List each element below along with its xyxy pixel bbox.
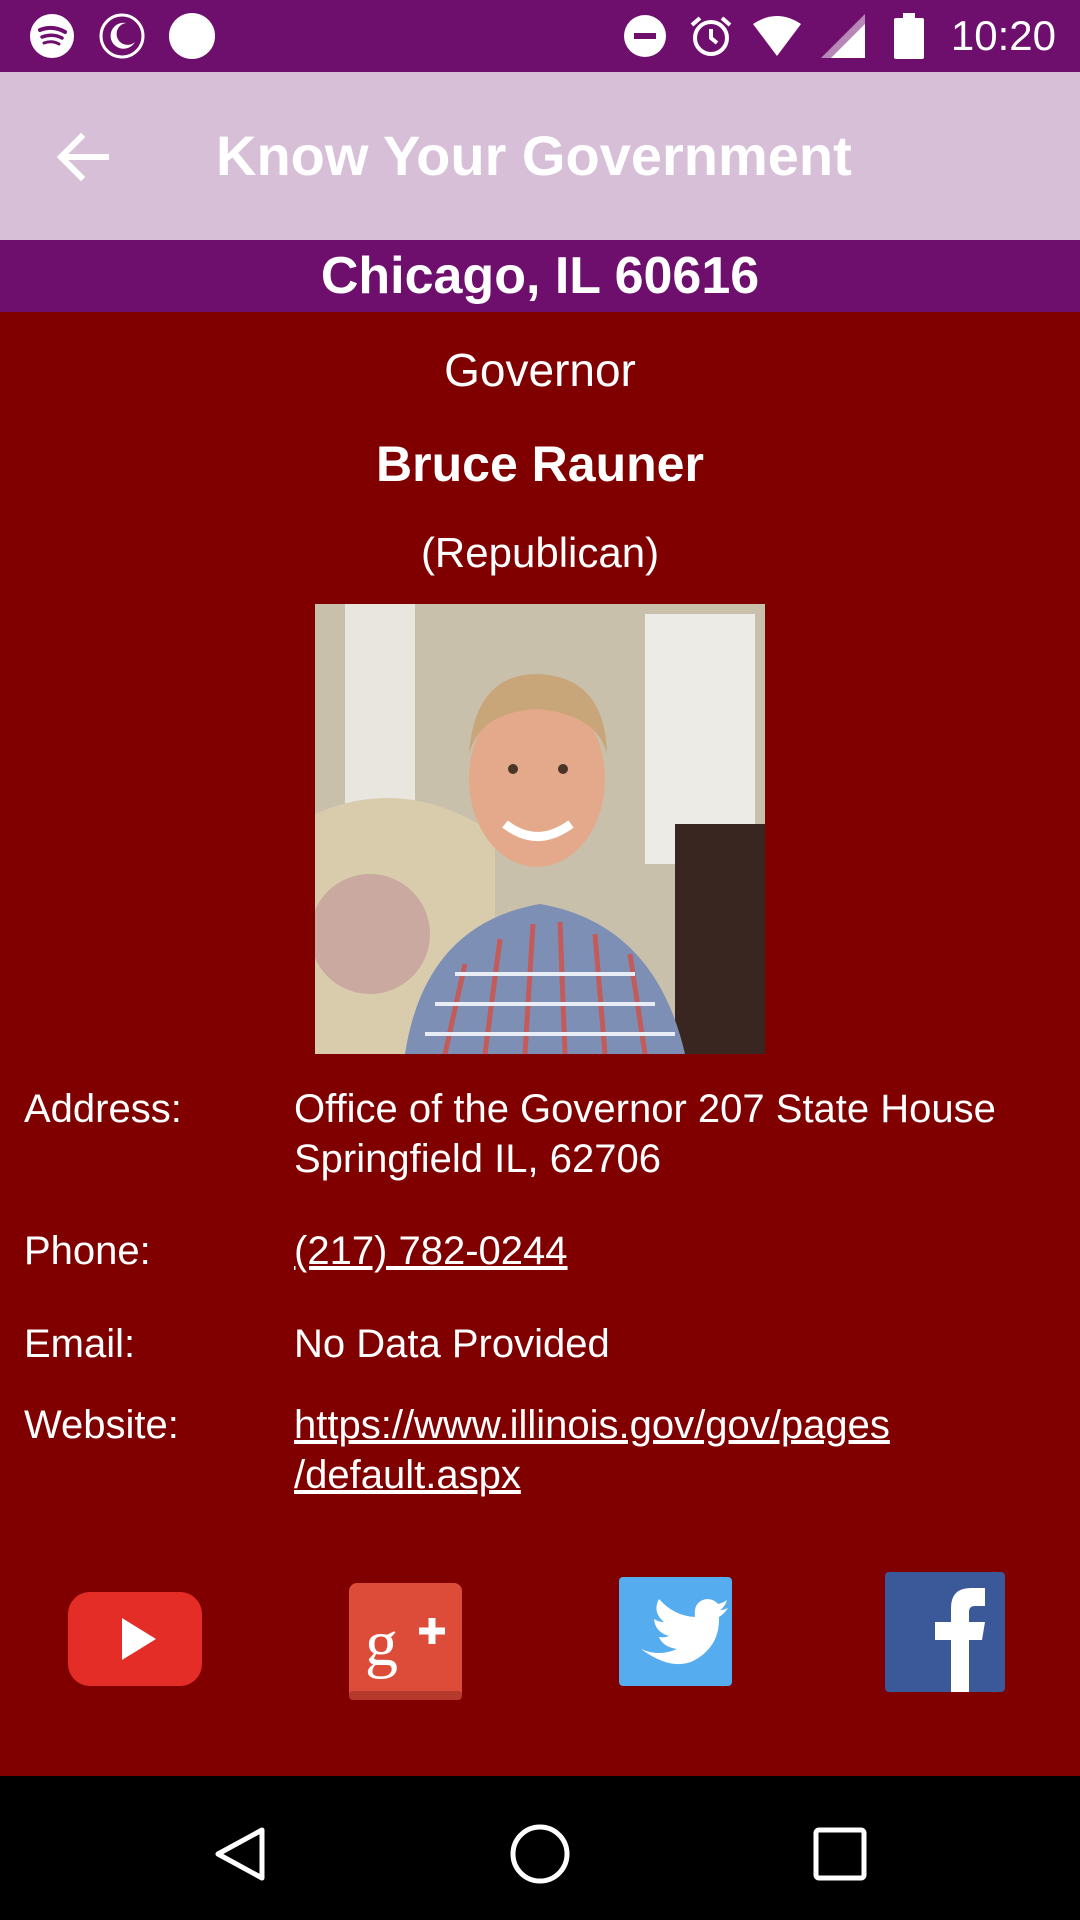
address-line-2: Springfield IL, 62706 [294,1137,661,1181]
spotify-icon [28,12,76,60]
night-mode-icon [98,12,146,60]
party-label: (Republican) [420,529,660,576]
wifi-icon [752,12,801,60]
social-links: g [0,1568,1080,1700]
system-nav-bar [0,1776,1080,1920]
website-link-line-1[interactable]: https://www.illinois.gov/gov/pages [294,1400,1054,1450]
location-banner: Chicago, IL 60616 [0,240,1080,312]
status-bar: 10:20 [0,0,1080,72]
email-value: No Data Provided [294,1322,610,1366]
facebook-icon[interactable] [885,1572,1005,1692]
website-row: Website: https://www.illinois.gov/gov/pa… [0,1400,1080,1500]
address-row: Address: Office of the Governor 207 Stat… [0,1084,1080,1194]
google-plus-icon[interactable]: g [349,1583,462,1700]
office-title: Governor [444,344,636,396]
email-row: Email: No Data Provided [0,1319,1080,1369]
address-label: Address: [24,1087,182,1131]
app-bar: Know Your Government [0,72,1080,240]
phone-link[interactable]: (217) 782-0244 [294,1226,1054,1276]
arrow-back-icon[interactable] [48,122,118,192]
twitter-icon[interactable] [619,1577,732,1686]
address-line-1: Office of the Governor 207 State House [294,1087,996,1131]
battery-icon [885,12,933,60]
website-link-line-2[interactable]: /default.aspx [294,1450,1054,1500]
page-title: Know Your Government [216,124,852,187]
recents-square-icon[interactable] [798,1812,882,1896]
svg-text:g: g [365,1607,398,1680]
back-triangle-icon[interactable] [198,1812,282,1896]
official-name: Bruce Rauner [376,436,704,492]
clock: 10:20 [950,12,1056,59]
official-photo [315,604,765,1054]
do-not-disturb-icon [621,12,669,60]
youtube-icon[interactable] [68,1592,202,1686]
home-circle-icon[interactable] [498,1812,582,1896]
phone-row: Phone: (217) 782-0244 [0,1226,1080,1276]
circle-icon [168,12,216,60]
phone-label: Phone: [24,1229,151,1273]
signal-icon [819,12,867,60]
alarm-icon [687,12,735,60]
website-label: Website: [24,1403,179,1447]
email-label: Email: [24,1322,136,1366]
